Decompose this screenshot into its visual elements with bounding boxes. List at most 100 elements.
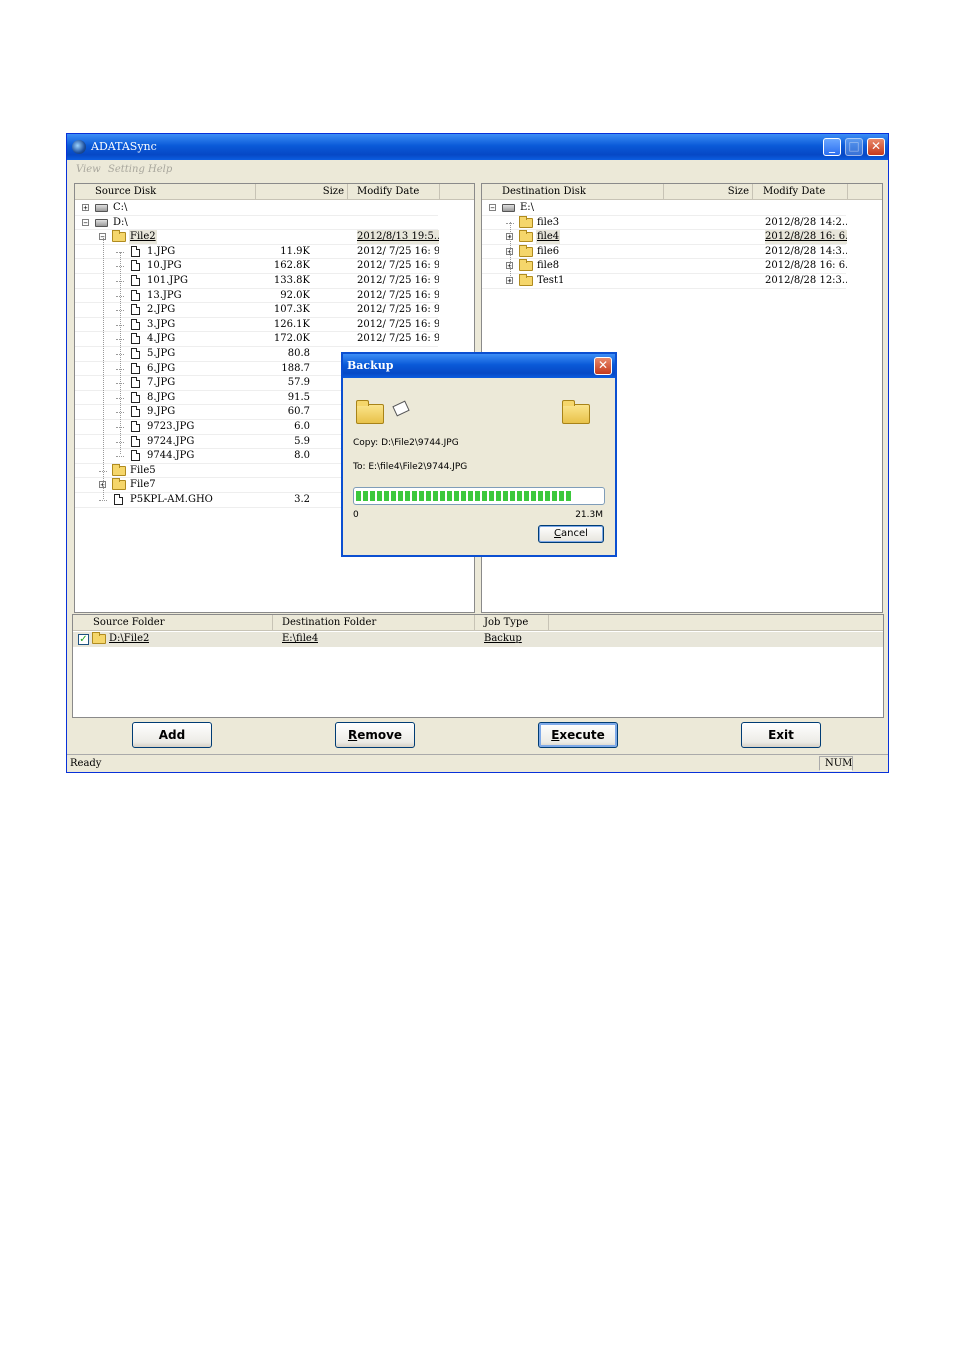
source-item-name: 3.JPG <box>147 318 176 330</box>
source-item-size: 133.8K <box>273 275 310 286</box>
source-item-date: 2012/ 7/25 16: 9... <box>357 289 439 301</box>
remove-label: emove <box>357 728 403 742</box>
dialog-title: Backup <box>347 359 394 372</box>
exit-button[interactable]: Exit <box>741 722 821 748</box>
expand-icon[interactable]: + <box>82 204 89 212</box>
execute-button[interactable]: Execute <box>538 722 618 748</box>
folder-icon <box>112 478 126 491</box>
maximize-button[interactable]: □ <box>845 138 863 156</box>
minimize-button[interactable]: _ <box>823 138 841 156</box>
status-text: Ready <box>70 758 102 769</box>
menu-setting[interactable]: Setting <box>108 164 145 175</box>
job-source-header[interactable]: Source Folder <box>73 615 273 631</box>
tree-connector <box>99 500 107 501</box>
source-item-name: 10.JPG <box>147 260 182 272</box>
destination-item-date: 2012/8/28 16: 6... <box>765 230 847 245</box>
source-item-name: 5.JPG <box>147 348 176 359</box>
close-button[interactable]: ✕ <box>867 138 885 156</box>
source-item-name: 9.JPG <box>147 406 176 418</box>
destination-item-date: 2012/8/28 16: 6... <box>765 260 847 272</box>
cancel-button[interactable]: Cancel <box>538 525 604 543</box>
job-row[interactable]: ✓ D:\File2 E:\file4 Backup <box>73 632 883 647</box>
progress-max-label: 21.3M <box>575 510 603 520</box>
source-tree-row[interactable]: 1.JPG 11.9K 2012/ 7/25 16: 9... <box>75 245 439 260</box>
source-date-header[interactable]: Modify Date <box>348 184 440 200</box>
source-tree-row[interactable]: 4.JPG 172.0K 2012/ 7/25 16: 9... <box>75 332 439 347</box>
dialog-title-bar[interactable]: Backup ✕ <box>343 354 615 378</box>
menu-bar: View Setting Help <box>67 160 888 180</box>
to-path: To: E:\file4\File2\9744.JPG <box>353 462 468 472</box>
file-icon <box>131 391 140 403</box>
tree-line <box>510 222 511 282</box>
folder-icon <box>519 259 533 272</box>
flying-paper-icon <box>392 400 410 417</box>
source-tree-row[interactable]: + C:\ <box>75 201 438 216</box>
file-icon <box>114 494 123 505</box>
exit-label: Exit <box>768 728 794 742</box>
destination-tree-row[interactable]: + file8 2012/8/28 16: 6... <box>482 259 847 274</box>
source-tree-row[interactable]: 3.JPG 126.1K 2012/ 7/25 16: 9... <box>75 318 439 333</box>
source-tree-row[interactable]: − D:\ <box>75 216 438 231</box>
source-tree-row[interactable]: − File2 2012/8/13 19:5... <box>75 230 439 245</box>
destination-tree-row[interactable]: − E:\ <box>482 201 846 216</box>
folder-icon <box>519 244 533 257</box>
file-icon <box>131 245 140 257</box>
job-list[interactable]: Source Folder Destination Folder Job Typ… <box>72 614 884 718</box>
source-tree-row[interactable]: 101.JPG 133.8K 2012/ 7/25 16: 9... <box>75 274 439 289</box>
folder-icon <box>112 463 126 476</box>
source-item-name: 4.JPG <box>147 333 176 345</box>
dialog-close-button[interactable]: ✕ <box>594 357 612 375</box>
destination-item-name: E:\ <box>520 202 535 213</box>
status-bar: Ready NUM <box>67 754 888 773</box>
progress-min-label: 0 <box>353 510 359 520</box>
destination-header-filler <box>848 184 882 200</box>
destination-tree-row[interactable]: + Test1 2012/8/28 12:3... <box>482 274 847 289</box>
collapse-icon[interactable]: − <box>82 218 89 226</box>
file-icon <box>131 333 140 345</box>
source-item-name: 7.JPG <box>147 377 176 389</box>
source-item-name: 1.JPG <box>147 245 176 257</box>
collapse-icon[interactable]: − <box>489 204 496 212</box>
destination-item-name: file3 <box>537 216 560 228</box>
file-icon <box>131 435 140 447</box>
source-item-size: 80.8 <box>287 348 310 359</box>
drive-icon <box>95 204 108 212</box>
destination-size-header[interactable]: Size <box>664 184 753 200</box>
title-bar[interactable]: ADATASync _ □ ✕ <box>67 134 888 160</box>
cancel-label: ancel <box>561 528 588 539</box>
destination-tree-row[interactable]: + file4 2012/8/28 16: 6... <box>482 230 847 245</box>
source-item-size: 8.0 <box>294 450 310 462</box>
destination-item-date: 2012/8/28 14:3... <box>765 245 847 257</box>
source-item-size: 92.0K <box>280 289 310 301</box>
menu-view[interactable]: View <box>76 164 101 175</box>
menu-help[interactable]: Help <box>148 164 172 175</box>
source-tree-row[interactable]: 10.JPG 162.8K 2012/ 7/25 16: 9... <box>75 259 439 274</box>
destination-disk-header[interactable]: Destination Disk <box>482 184 664 200</box>
destination-tree-row[interactable]: file3 2012/8/28 14:2... <box>482 215 847 231</box>
source-item-size: 6.0 <box>294 421 310 432</box>
source-item-date: 2012/ 7/25 16: 9... <box>357 304 439 316</box>
file-icon <box>131 450 140 462</box>
add-button[interactable]: Add <box>132 722 212 748</box>
source-item-name: File5 <box>130 464 156 476</box>
folder-icon <box>519 215 533 228</box>
source-item-name: P5KPL-AM.GHO <box>130 494 213 505</box>
tree-connector <box>116 456 124 458</box>
source-item-name: 8.JPG <box>147 391 176 403</box>
source-tree-row[interactable]: 13.JPG 92.0K 2012/ 7/25 16: 9... <box>75 289 439 304</box>
file-icon <box>131 377 140 389</box>
source-disk-header[interactable]: Source Disk <box>75 184 256 200</box>
source-item-name: File7 <box>130 479 156 491</box>
destination-tree-row[interactable]: + file6 2012/8/28 14:3... <box>482 244 847 260</box>
source-size-header[interactable]: Size <box>256 184 348 200</box>
file-icon <box>131 421 140 432</box>
drive-icon <box>95 218 108 227</box>
job-checkbox[interactable]: ✓ <box>78 634 89 645</box>
job-destination-header[interactable]: Destination Folder <box>273 615 475 631</box>
destination-date-header[interactable]: Modify Date <box>753 184 848 200</box>
job-type-header[interactable]: Job Type <box>475 615 549 631</box>
source-item-name: 13.JPG <box>147 289 182 301</box>
source-item-name: 6.JPG <box>147 362 176 374</box>
remove-button[interactable]: Remove <box>335 722 415 748</box>
source-tree-row[interactable]: 2.JPG 107.3K 2012/ 7/25 16: 9... <box>75 303 439 318</box>
